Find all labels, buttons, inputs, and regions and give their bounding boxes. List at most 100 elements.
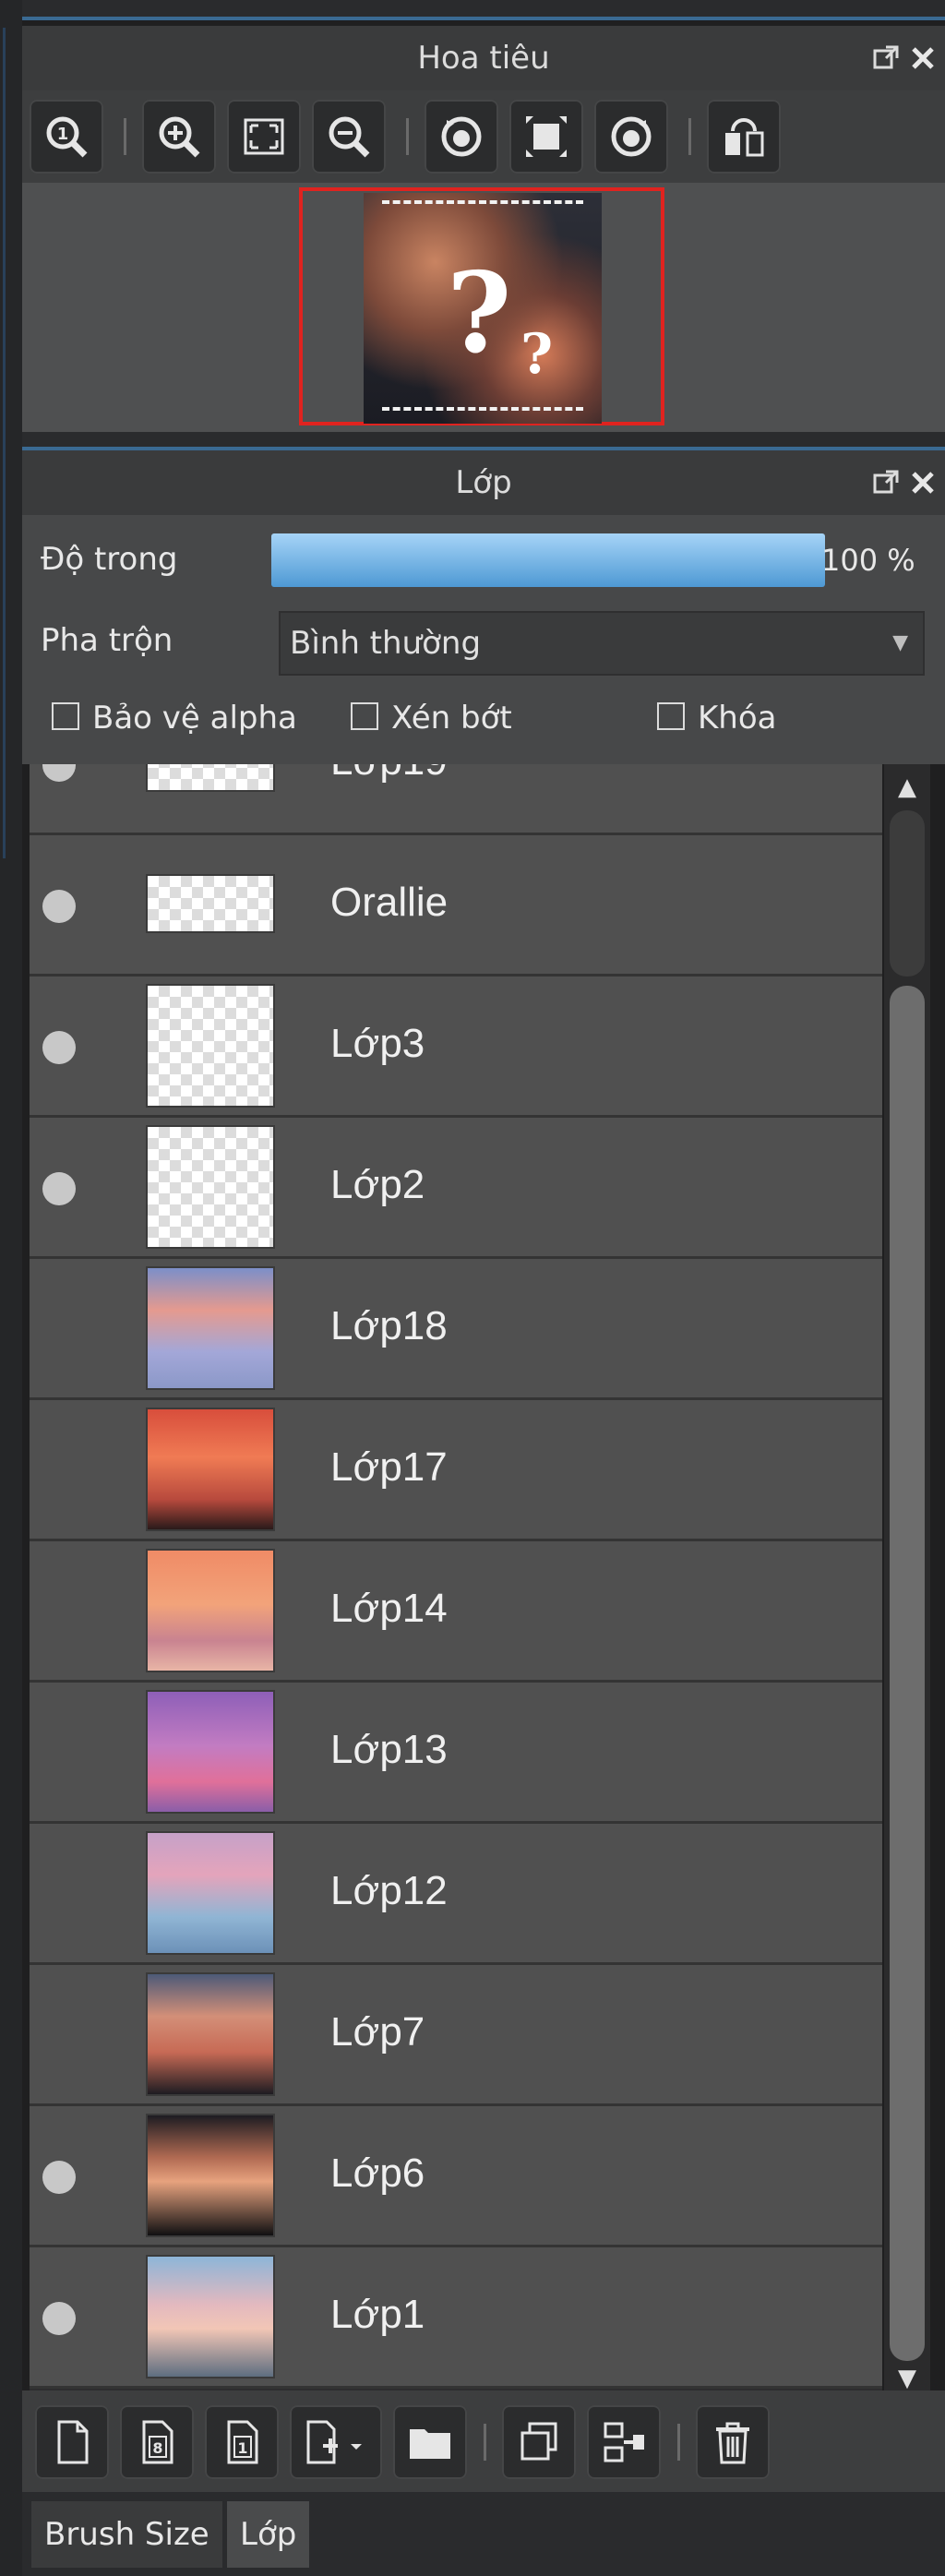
navigator-preview-area[interactable]: ? ? [22, 183, 945, 432]
flip-horizontal-button[interactable] [707, 100, 781, 174]
zoom-in-button[interactable] [142, 100, 216, 174]
visibility-toggle-icon[interactable] [42, 2302, 76, 2335]
layer-row[interactable]: Lớp17 [30, 1400, 882, 1541]
layer-row[interactable]: Lớp2 [30, 1118, 882, 1259]
scroll-down-arrow-icon[interactable]: ▼ [893, 2365, 921, 2392]
new-folder-button[interactable] [393, 2405, 467, 2479]
question-mark-art: ? [447, 248, 512, 378]
layer-thumbnail [148, 2115, 273, 2235]
visibility-toggle-icon[interactable] [42, 1596, 76, 1629]
popout-icon[interactable] [871, 468, 901, 497]
scroll-track[interactable] [890, 810, 925, 976]
visibility-toggle-icon[interactable] [42, 1313, 76, 1347]
duplicate-layer-icon [520, 2422, 557, 2461]
question-mark-art-small: ? [520, 322, 554, 387]
navigator-header: Hoa tiêu [22, 26, 945, 92]
navigator-title: Hoa tiêu [417, 40, 550, 77]
fit-screen-button[interactable] [227, 100, 301, 174]
visibility-toggle-icon[interactable] [42, 1455, 76, 1488]
visibility-toggle-icon[interactable] [42, 2161, 76, 2194]
new-layer-button[interactable] [35, 2405, 109, 2479]
folder-icon [410, 2429, 450, 2459]
layer-row[interactable]: Lớp19 [30, 764, 882, 835]
lock-checkbox[interactable]: Khóa [657, 700, 776, 737]
layer-name: Orallie [330, 880, 449, 925]
visibility-toggle-icon[interactable] [42, 1737, 76, 1770]
blend-mode-select[interactable]: Bình thường ▼ [279, 611, 925, 676]
visibility-toggle-icon[interactable] [42, 764, 76, 782]
visibility-toggle-icon[interactable] [42, 890, 76, 923]
layer-name: Lớp2 [330, 1162, 425, 1207]
new-1bit-layer-button[interactable]: 1 [205, 2405, 279, 2479]
add-layer-menu-button[interactable] [290, 2405, 382, 2479]
add-layer-menu-icon [306, 2420, 362, 2464]
stamp-border-top [382, 200, 583, 217]
layer-thumbnail [148, 986, 273, 1106]
tab-brush-size[interactable]: Brush Size [31, 2501, 222, 2568]
layer-row[interactable]: Lớp13 [30, 1683, 882, 1824]
close-icon[interactable] [908, 468, 938, 497]
rotate-left-icon [441, 116, 482, 157]
layer-name: Lớp6 [330, 2151, 425, 2196]
zoom-actual-button[interactable]: 1 [30, 100, 103, 174]
toolbar-separator [484, 2424, 486, 2461]
visibility-toggle-icon[interactable] [42, 1172, 76, 1205]
reset-view-button[interactable] [509, 100, 583, 174]
layer-name: Lớp13 [330, 1727, 448, 1772]
rotate-right-button[interactable] [594, 100, 668, 174]
layer-row[interactable]: Lớp7 [30, 1965, 882, 2106]
layer-name: Lớp14 [330, 1586, 448, 1631]
top-dock-strip [22, 0, 945, 20]
clipping-checkbox[interactable]: Xén bớt [351, 700, 512, 737]
navigator-view-frame[interactable]: ? ? [299, 187, 664, 425]
layer-thumbnail [148, 1409, 273, 1529]
layer-name: Lớp12 [330, 1868, 448, 1913]
layer-list-scrollbar[interactable]: ▲ ▼ [884, 764, 930, 2392]
visibility-toggle-icon[interactable] [42, 1031, 76, 1064]
visibility-toggle-icon[interactable] [42, 1878, 76, 1911]
opacity-slider[interactable] [271, 533, 825, 587]
new-8bit-layer-button[interactable]: 8 [120, 2405, 194, 2479]
zoom-actual-icon: 1 [46, 116, 88, 158]
layer-thumbnail [148, 1974, 273, 2094]
panel-tabs: Brush Size Lớp [22, 2492, 945, 2576]
layer-properties: Độ trong 100 % Pha trộn Bình thường ▼ Bả… [22, 515, 945, 764]
layer-row[interactable]: Orallie [30, 835, 882, 976]
layer-row[interactable]: Lớp18 [30, 1259, 882, 1400]
duplicate-layer-button[interactable] [502, 2405, 576, 2479]
layers-title: Lớp [455, 464, 512, 501]
dock-line [22, 17, 945, 20]
close-icon[interactable] [908, 43, 938, 73]
layer-row[interactable]: Lớp1 [30, 2247, 882, 2389]
stamp-border-bottom [382, 407, 583, 424]
toolbar-separator [688, 118, 691, 155]
zoom-out-icon [329, 116, 370, 158]
layer-row[interactable]: Lớp12 [30, 1824, 882, 1965]
new-1bit-layer-icon: 1 [227, 2420, 258, 2464]
layer-thumbnail [148, 1833, 273, 1953]
merge-down-button[interactable] [587, 2405, 661, 2479]
scroll-thumb[interactable] [890, 986, 925, 2361]
layer-actions-toolbar: 8 1 [22, 2390, 945, 2492]
popout-icon[interactable] [871, 43, 901, 73]
layer-thumbnail [148, 1692, 273, 1812]
opacity-slider-fill [271, 533, 825, 587]
protect-alpha-checkbox[interactable]: Bảo vệ alpha [52, 700, 297, 737]
layer-row[interactable]: Lớp6 [30, 2106, 882, 2247]
layer-name: Lớp1 [330, 2292, 425, 2337]
tab-layers[interactable]: Lớp [227, 2501, 310, 2568]
opacity-label: Độ trong [41, 541, 178, 578]
layer-row[interactable]: Lớp3 [30, 976, 882, 1118]
layer-name: Lớp17 [330, 1444, 448, 1490]
visibility-toggle-icon[interactable] [42, 2019, 76, 2053]
zoom-out-button[interactable] [312, 100, 386, 174]
trash-icon [716, 2422, 749, 2464]
layer-row[interactable]: Lớp14 [30, 1541, 882, 1683]
scroll-up-arrow-icon[interactable]: ▲ [893, 773, 921, 801]
toolbar-separator [406, 118, 409, 155]
panel-divider [22, 432, 945, 450]
delete-layer-button[interactable] [696, 2405, 770, 2479]
rotate-left-button[interactable] [425, 100, 498, 174]
lock-label: Khóa [698, 700, 777, 737]
fit-screen-icon [244, 118, 284, 155]
